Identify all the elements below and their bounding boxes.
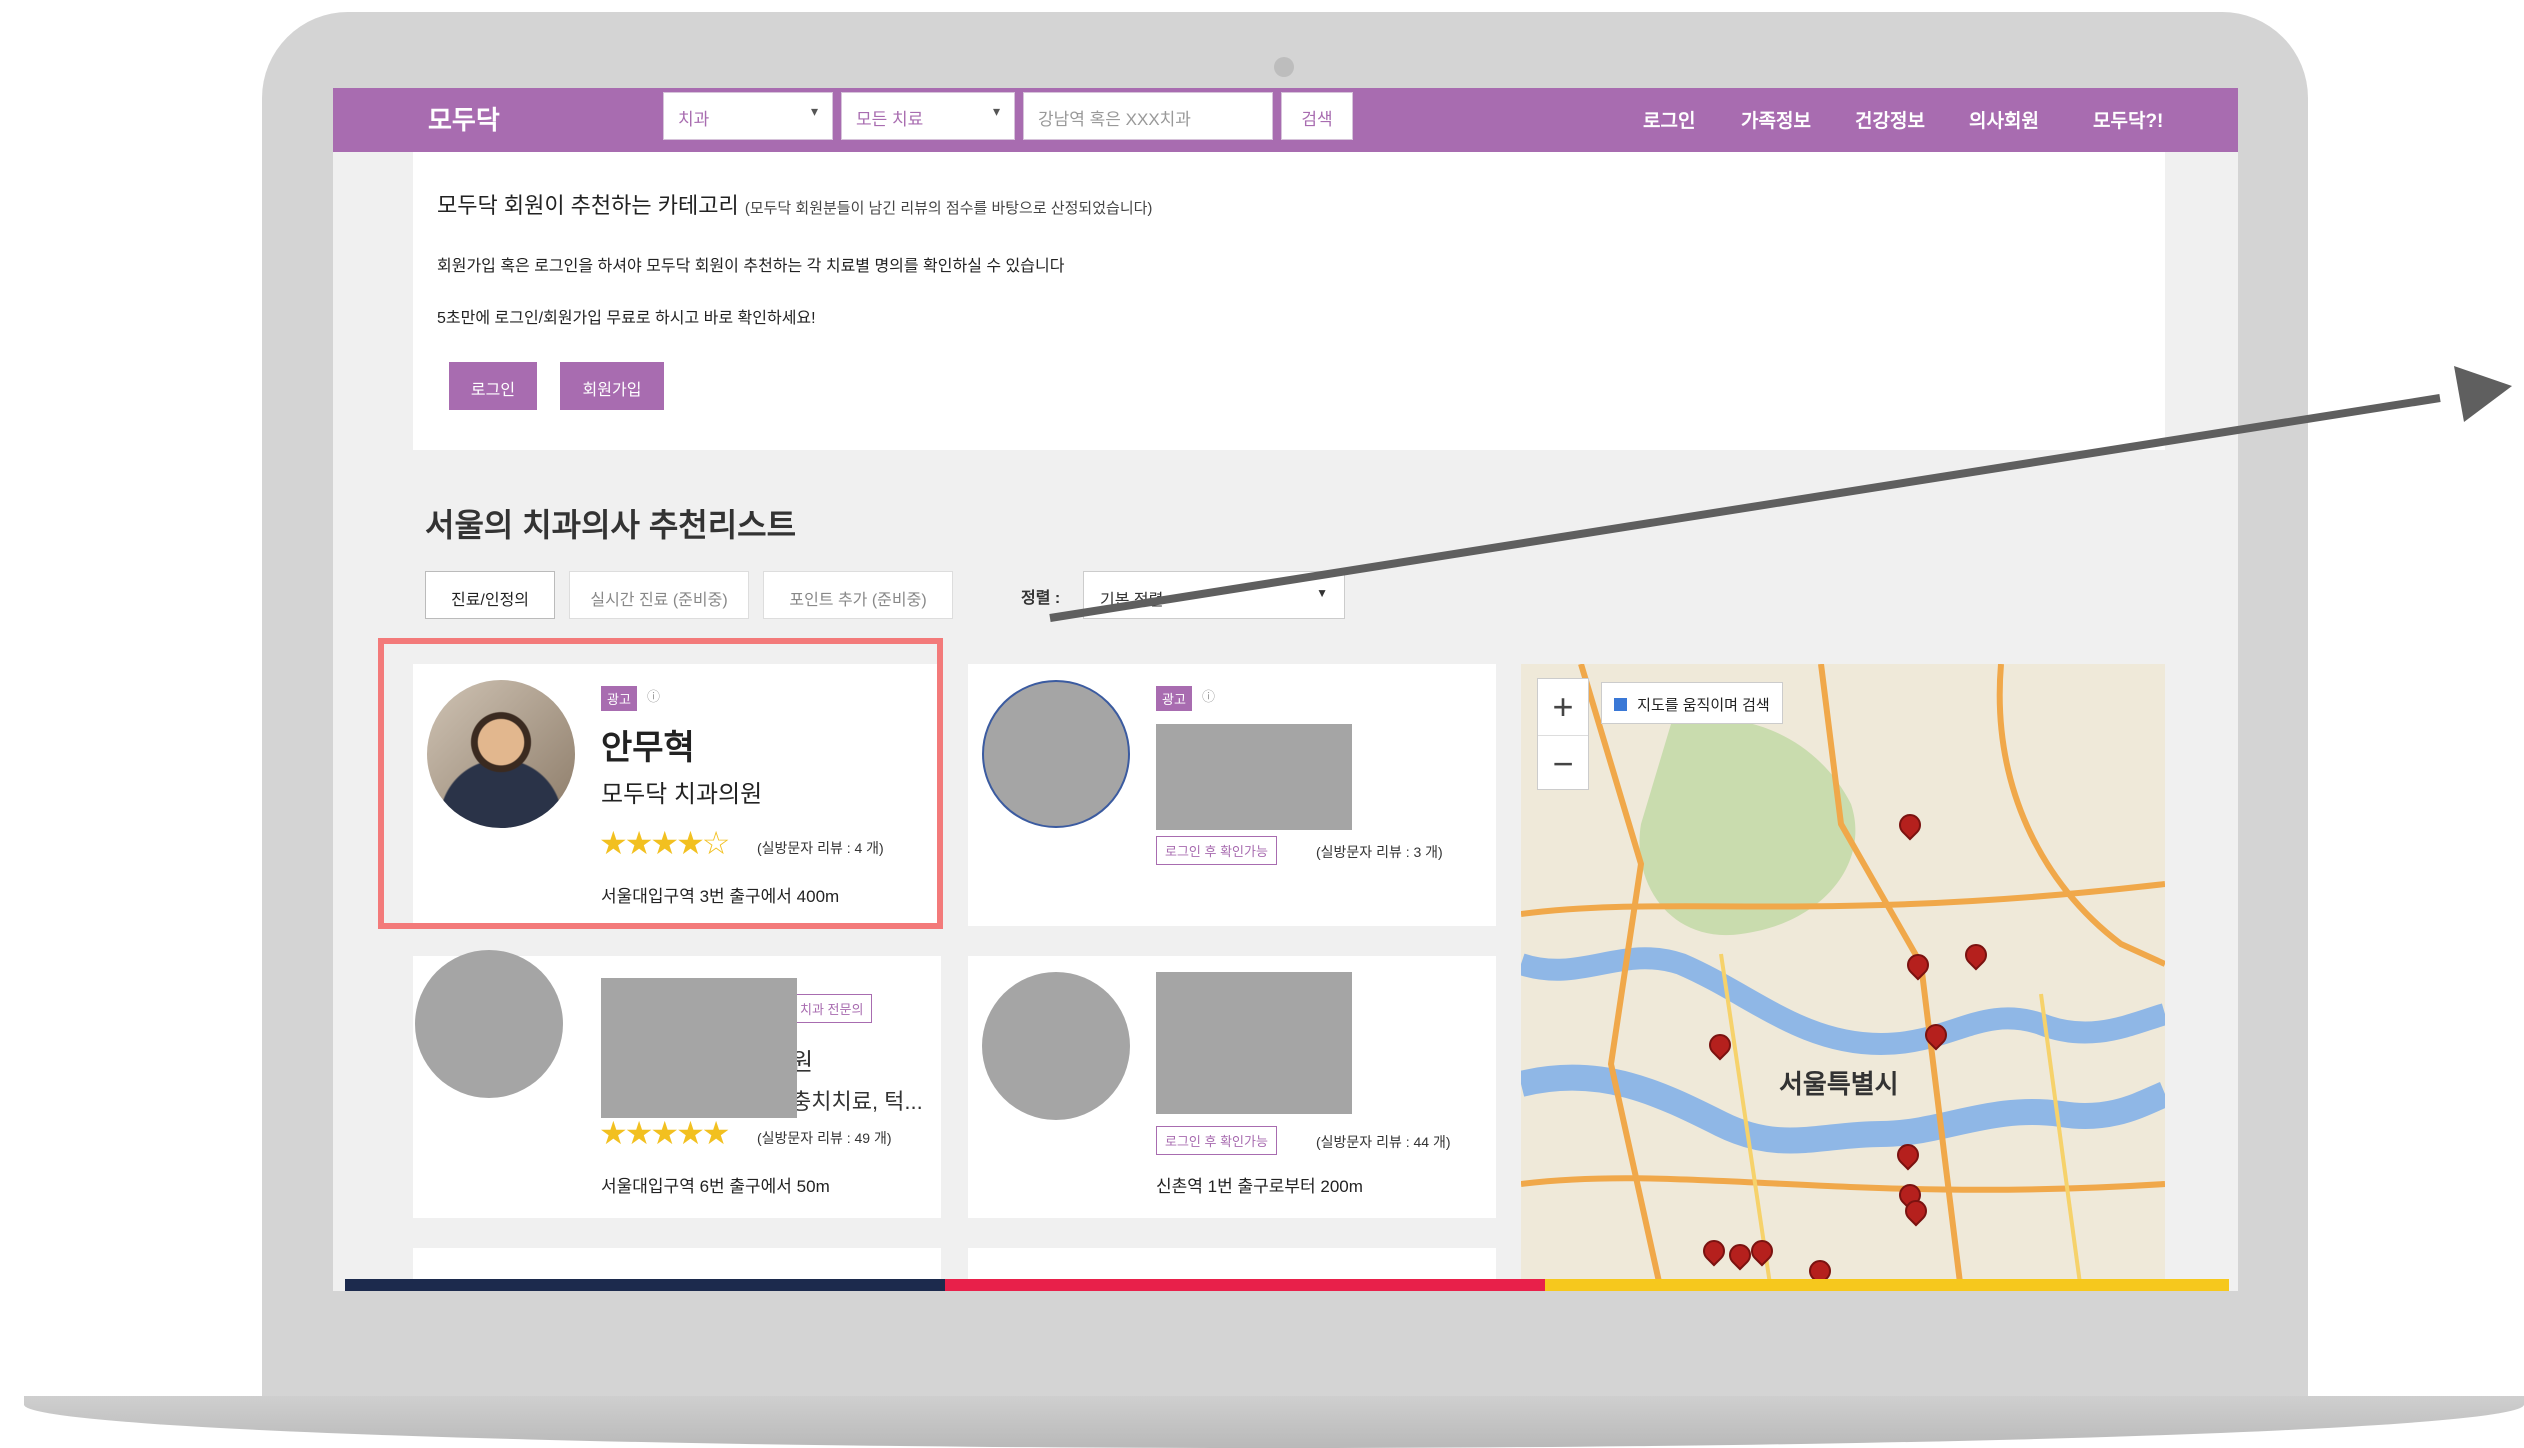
annotation-arrow xyxy=(1049,366,2512,622)
